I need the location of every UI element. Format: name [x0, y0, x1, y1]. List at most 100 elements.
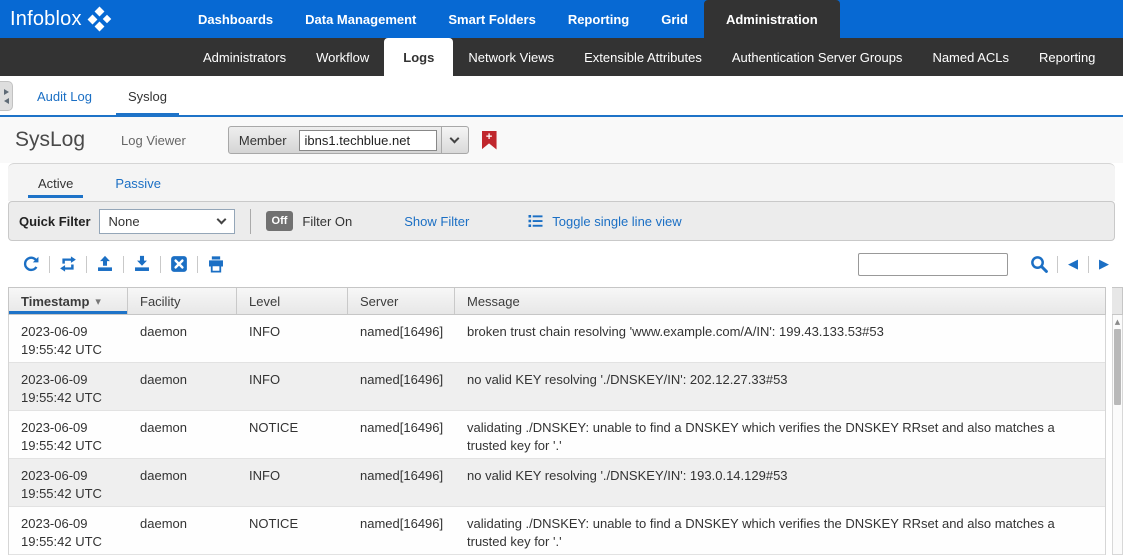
cell-timestamp: 2023-06-09 19:55:42 UTC — [9, 507, 128, 554]
scrollbar-track[interactable]: ▲ — [1112, 315, 1123, 555]
column-header-facility[interactable]: Facility — [128, 288, 237, 314]
refresh-icon — [22, 255, 40, 273]
quick-filter-label: Quick Filter — [19, 214, 91, 229]
toggle-single-line-label: Toggle single line view — [552, 214, 681, 229]
chevron-down-icon — [450, 134, 460, 144]
grid-toolbar: ◀ ▶ — [0, 241, 1123, 287]
upload-icon — [96, 255, 114, 273]
clear-x-icon — [170, 255, 188, 273]
download-button[interactable] — [124, 255, 160, 273]
sub-nav-item-network-views[interactable]: Network Views — [453, 38, 569, 76]
member-dropdown-button[interactable] — [441, 127, 468, 153]
right-arrow-icon: ▶ — [1099, 257, 1109, 272]
panel-toggle-handle[interactable] — [0, 81, 13, 111]
divider — [250, 209, 251, 234]
cell-level: INFO — [237, 315, 348, 362]
print-icon — [207, 255, 225, 273]
top-nav-item-dashboards[interactable]: Dashboards — [182, 0, 289, 38]
sub-nav-item-reporting[interactable]: Reporting — [1024, 38, 1110, 76]
toggle-single-line-link[interactable]: Toggle single line view — [527, 213, 681, 229]
cell-timestamp: 2023-06-09 19:55:42 UTC — [9, 315, 128, 362]
infoblox-diamond-icon — [89, 8, 111, 30]
top-nav-item-data-management[interactable]: Data Management — [289, 0, 432, 38]
replay-button[interactable] — [50, 255, 86, 273]
sort-desc-icon: ▾ — [95, 295, 101, 308]
top-nav-item-smart-folders[interactable]: Smart Folders — [432, 0, 551, 38]
top-nav-item-reporting[interactable]: Reporting — [552, 0, 645, 38]
sub-nav-item-authentication-server-groups[interactable]: Authentication Server Groups — [717, 38, 918, 76]
cell-facility: daemon — [128, 315, 237, 362]
sub-nav-item-logs[interactable]: Logs — [384, 38, 453, 76]
syslog-grid: Timestamp ▾ Facility Level Server Messag… — [8, 287, 1123, 555]
sub-nav-item-extensible-attributes[interactable]: Extensible Attributes — [569, 38, 717, 76]
table-row[interactable]: 2023-06-09 19:55:42 UTC daemon NOTICE na… — [9, 411, 1105, 459]
cell-timestamp: 2023-06-09 19:55:42 UTC — [9, 411, 128, 458]
top-nav: Dashboards Data Management Smart Folders… — [182, 0, 840, 38]
quick-filter-bar: Quick Filter None Off Filter On Show Fil… — [8, 201, 1115, 241]
upload-button[interactable] — [87, 255, 123, 273]
tab-passive[interactable]: Passive — [105, 176, 171, 201]
cell-facility: daemon — [128, 507, 237, 554]
show-filter-link[interactable]: Show Filter — [404, 214, 469, 229]
cell-server: named[16496] — [348, 363, 455, 410]
print-button[interactable] — [198, 255, 234, 273]
column-header-timestamp[interactable]: Timestamp ▾ — [9, 288, 128, 314]
grid-body: 2023-06-09 19:55:42 UTC daemon INFO name… — [8, 315, 1106, 555]
tab-active[interactable]: Active — [28, 176, 83, 201]
download-icon — [133, 255, 151, 273]
column-header-message[interactable]: Message — [455, 288, 1105, 314]
clear-button[interactable] — [161, 255, 197, 273]
refresh-button[interactable] — [13, 255, 49, 273]
cell-message: validating ./DNSKEY: unable to find a DN… — [455, 507, 1105, 554]
cell-message: broken trust chain resolving 'www.exampl… — [455, 315, 1105, 362]
cell-message: no valid KEY resolving './DNSKEY/IN': 19… — [455, 459, 1105, 506]
expand-right-arrow-icon — [4, 89, 9, 95]
sub-nav-item-named-acls[interactable]: Named ACLs — [917, 38, 1024, 76]
prev-page-button[interactable]: ◀ — [1058, 257, 1088, 272]
member-selector: Member — [228, 126, 469, 154]
scroll-up-button[interactable]: ▲ — [1113, 315, 1122, 329]
log-tab-strip: Audit Log Syslog — [0, 76, 1123, 117]
grid-scrollbar: ▲ — [1112, 287, 1123, 555]
log-viewer-label: Log Viewer — [121, 133, 186, 148]
cell-timestamp: 2023-06-09 19:55:42 UTC — [9, 363, 128, 410]
member-input[interactable] — [299, 130, 437, 151]
next-page-button[interactable]: ▶ — [1089, 257, 1119, 272]
cell-server: named[16496] — [348, 315, 455, 362]
cell-facility: daemon — [128, 459, 237, 506]
column-header-level[interactable]: Level — [237, 288, 348, 314]
chevron-down-icon — [216, 215, 226, 225]
filter-toggle-off-button[interactable]: Off — [266, 211, 294, 231]
sub-nav-item-workflow[interactable]: Workflow — [301, 38, 384, 76]
table-row[interactable]: 2023-06-09 19:55:42 UTC daemon NOTICE na… — [9, 507, 1105, 555]
tab-audit-log[interactable]: Audit Log — [25, 89, 104, 115]
top-nav-item-grid[interactable]: Grid — [645, 0, 704, 38]
table-row[interactable]: 2023-06-09 19:55:42 UTC daemon INFO name… — [9, 363, 1105, 411]
cell-level: INFO — [237, 363, 348, 410]
plus-glyph: + — [486, 131, 492, 150]
quick-filter-select[interactable]: None — [99, 209, 235, 234]
table-row[interactable]: 2023-06-09 19:55:42 UTC daemon INFO name… — [9, 459, 1105, 507]
table-row[interactable]: 2023-06-09 19:55:42 UTC daemon INFO name… — [9, 315, 1105, 363]
list-icon — [527, 213, 544, 229]
search-input[interactable] — [858, 253, 1008, 276]
cell-facility: daemon — [128, 363, 237, 410]
sub-nav-item-administrators[interactable]: Administrators — [188, 38, 301, 76]
search-button[interactable] — [1021, 255, 1057, 273]
cell-timestamp: 2023-06-09 19:55:42 UTC — [9, 459, 128, 506]
infoblox-logo-text: Infoblox — [10, 8, 82, 31]
quick-filter-value: None — [109, 214, 140, 229]
add-bookmark-icon[interactable]: + — [482, 131, 497, 150]
admin-sub-nav: Administrators Workflow Logs Network Vie… — [0, 38, 1123, 76]
column-header-server[interactable]: Server — [348, 288, 455, 314]
cell-facility: daemon — [128, 411, 237, 458]
member-label: Member — [239, 133, 287, 148]
collapse-left-arrow-icon — [4, 98, 9, 104]
view-tabs: Active Passive — [8, 163, 1115, 201]
cell-level: INFO — [237, 459, 348, 506]
scrollbar-thumb[interactable] — [1114, 329, 1121, 405]
top-nav-item-administration[interactable]: Administration — [704, 0, 840, 38]
tab-syslog[interactable]: Syslog — [116, 89, 179, 115]
cell-message: no valid KEY resolving './DNSKEY/IN': 20… — [455, 363, 1105, 410]
grid-header-row: Timestamp ▾ Facility Level Server Messag… — [8, 287, 1106, 315]
